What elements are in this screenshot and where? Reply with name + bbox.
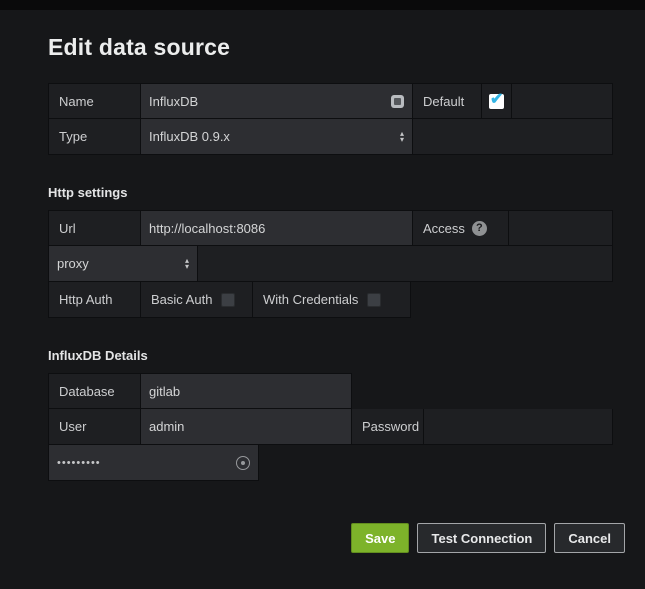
type-label: Type [48, 119, 141, 155]
access-row-filler [509, 210, 613, 246]
access-label: Access [423, 221, 465, 236]
password-row [48, 445, 613, 481]
url-row: Url Access ? [48, 210, 613, 246]
default-checkbox[interactable]: ✔ [489, 94, 504, 109]
http-settings-table: Url Access ? proxy ▴ ▾ Http Auth [48, 210, 613, 318]
database-input[interactable] [149, 384, 343, 399]
basic-auth-label: Basic Auth [151, 292, 212, 307]
http-auth-row: Http Auth Basic Auth With Credentials [48, 282, 613, 318]
default-label: Default [413, 83, 482, 119]
autofill-icon [391, 95, 404, 108]
select-arrows-icon: ▴ ▾ [400, 131, 404, 143]
user-input[interactable] [149, 419, 343, 434]
password-reveal-icon[interactable] [236, 456, 250, 470]
access-select-row: proxy ▴ ▾ [48, 246, 613, 282]
user-row-filler [424, 409, 613, 445]
name-input-cell [141, 83, 413, 119]
password-input[interactable] [57, 457, 236, 469]
database-row: Database [48, 373, 613, 409]
check-icon: ✔ [490, 89, 503, 109]
access-select[interactable]: proxy ▴ ▾ [48, 246, 198, 282]
default-checkbox-cell: ✔ [482, 83, 512, 119]
type-row: Type InfluxDB 0.9.x ▴ ▾ [48, 119, 613, 155]
basic-auth-cell: Basic Auth [141, 282, 253, 318]
password-label: Password [352, 409, 424, 445]
http-auth-label: Http Auth [48, 282, 141, 318]
with-credentials-cell: With Credentials [253, 282, 411, 318]
select-arrows-icon: ▴ ▾ [185, 258, 189, 270]
database-input-cell [141, 373, 352, 409]
url-input-cell [141, 210, 413, 246]
name-label: Name [48, 83, 141, 119]
access-select-value: proxy [57, 256, 89, 271]
save-button[interactable]: Save [351, 523, 409, 553]
help-icon[interactable]: ? [472, 221, 487, 236]
test-connection-button[interactable]: Test Connection [417, 523, 546, 553]
user-label: User [48, 409, 141, 445]
action-buttons: Save Test Connection Cancel [48, 523, 625, 553]
top-bar [0, 0, 645, 10]
user-input-cell [141, 409, 352, 445]
type-row-filler [413, 119, 613, 155]
name-row: Name Default ✔ [48, 83, 613, 119]
name-row-filler [512, 83, 613, 119]
password-input-cell [48, 445, 259, 481]
type-select-value: InfluxDB 0.9.x [149, 129, 230, 144]
type-select[interactable]: InfluxDB 0.9.x ▴ ▾ [141, 119, 413, 155]
with-credentials-label: With Credentials [263, 292, 358, 307]
user-row: User Password [48, 409, 613, 445]
cancel-button[interactable]: Cancel [554, 523, 625, 553]
influxdb-details-title: InfluxDB Details [48, 348, 625, 363]
access-select-filler [198, 246, 613, 282]
edit-datasource-page: Edit data source Name Default ✔ Type Inf… [0, 10, 645, 553]
url-label: Url [48, 210, 141, 246]
basic-settings-table: Name Default ✔ Type InfluxDB 0.9.x ▴ ▾ [48, 83, 613, 155]
with-credentials-checkbox[interactable] [367, 293, 381, 307]
basic-auth-checkbox[interactable] [221, 293, 235, 307]
http-settings-title: Http settings [48, 185, 625, 200]
influxdb-details-table: Database User Password [48, 373, 613, 481]
name-input[interactable] [149, 94, 391, 109]
access-label-cell: Access ? [413, 210, 509, 246]
database-label: Database [48, 373, 141, 409]
url-input[interactable] [149, 221, 404, 236]
page-title: Edit data source [48, 34, 625, 61]
